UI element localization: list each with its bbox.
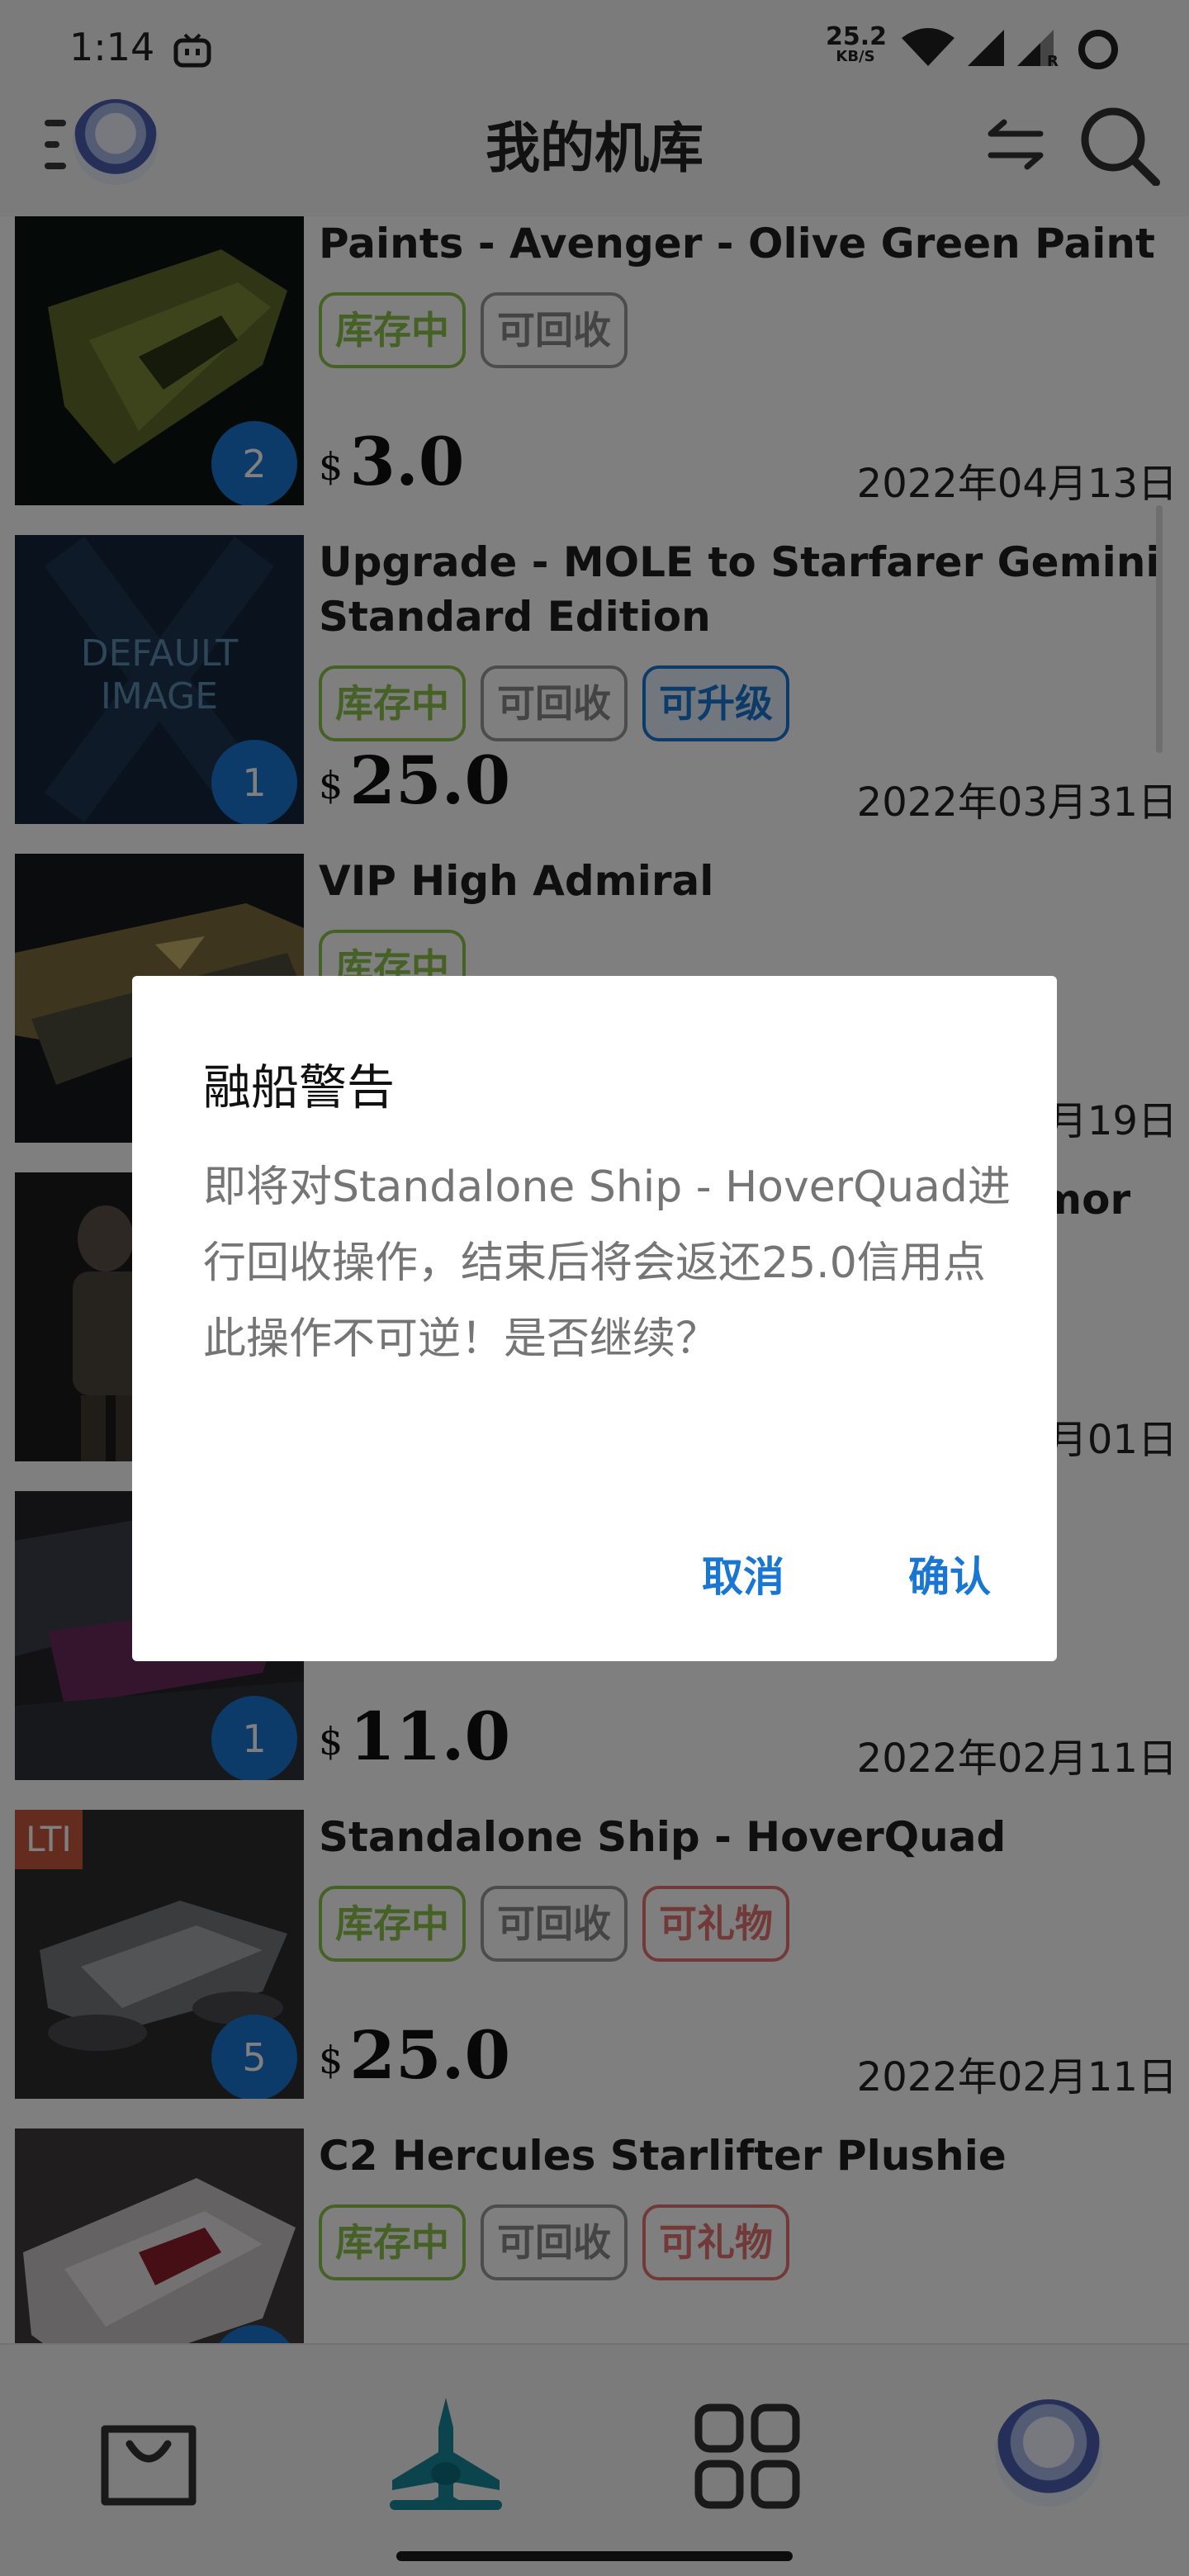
recycle-warning-dialog: 融船警告 即将对Standalone Ship - HoverQuad进行回收操… — [132, 976, 1057, 1661]
list-scrollbar[interactable] — [1156, 505, 1163, 753]
dialog-message-line: 即将对Standalone Ship - HoverQuad进行回收操作，结束后… — [203, 1163, 1011, 1288]
cancel-button[interactable]: 取消 — [702, 1544, 784, 1603]
screen: 1:14 25.2 KB/S R — [0, 0, 1189, 2576]
dialog-message: 即将对Standalone Ship - HoverQuad进行回收操作，结束后… — [203, 1149, 1029, 1377]
dialog-title: 融船警告 — [203, 1059, 396, 1115]
dialog-message-line: 此操作不可逆！是否继续？ — [203, 1314, 719, 1364]
confirm-button[interactable]: 确认 — [908, 1544, 991, 1603]
